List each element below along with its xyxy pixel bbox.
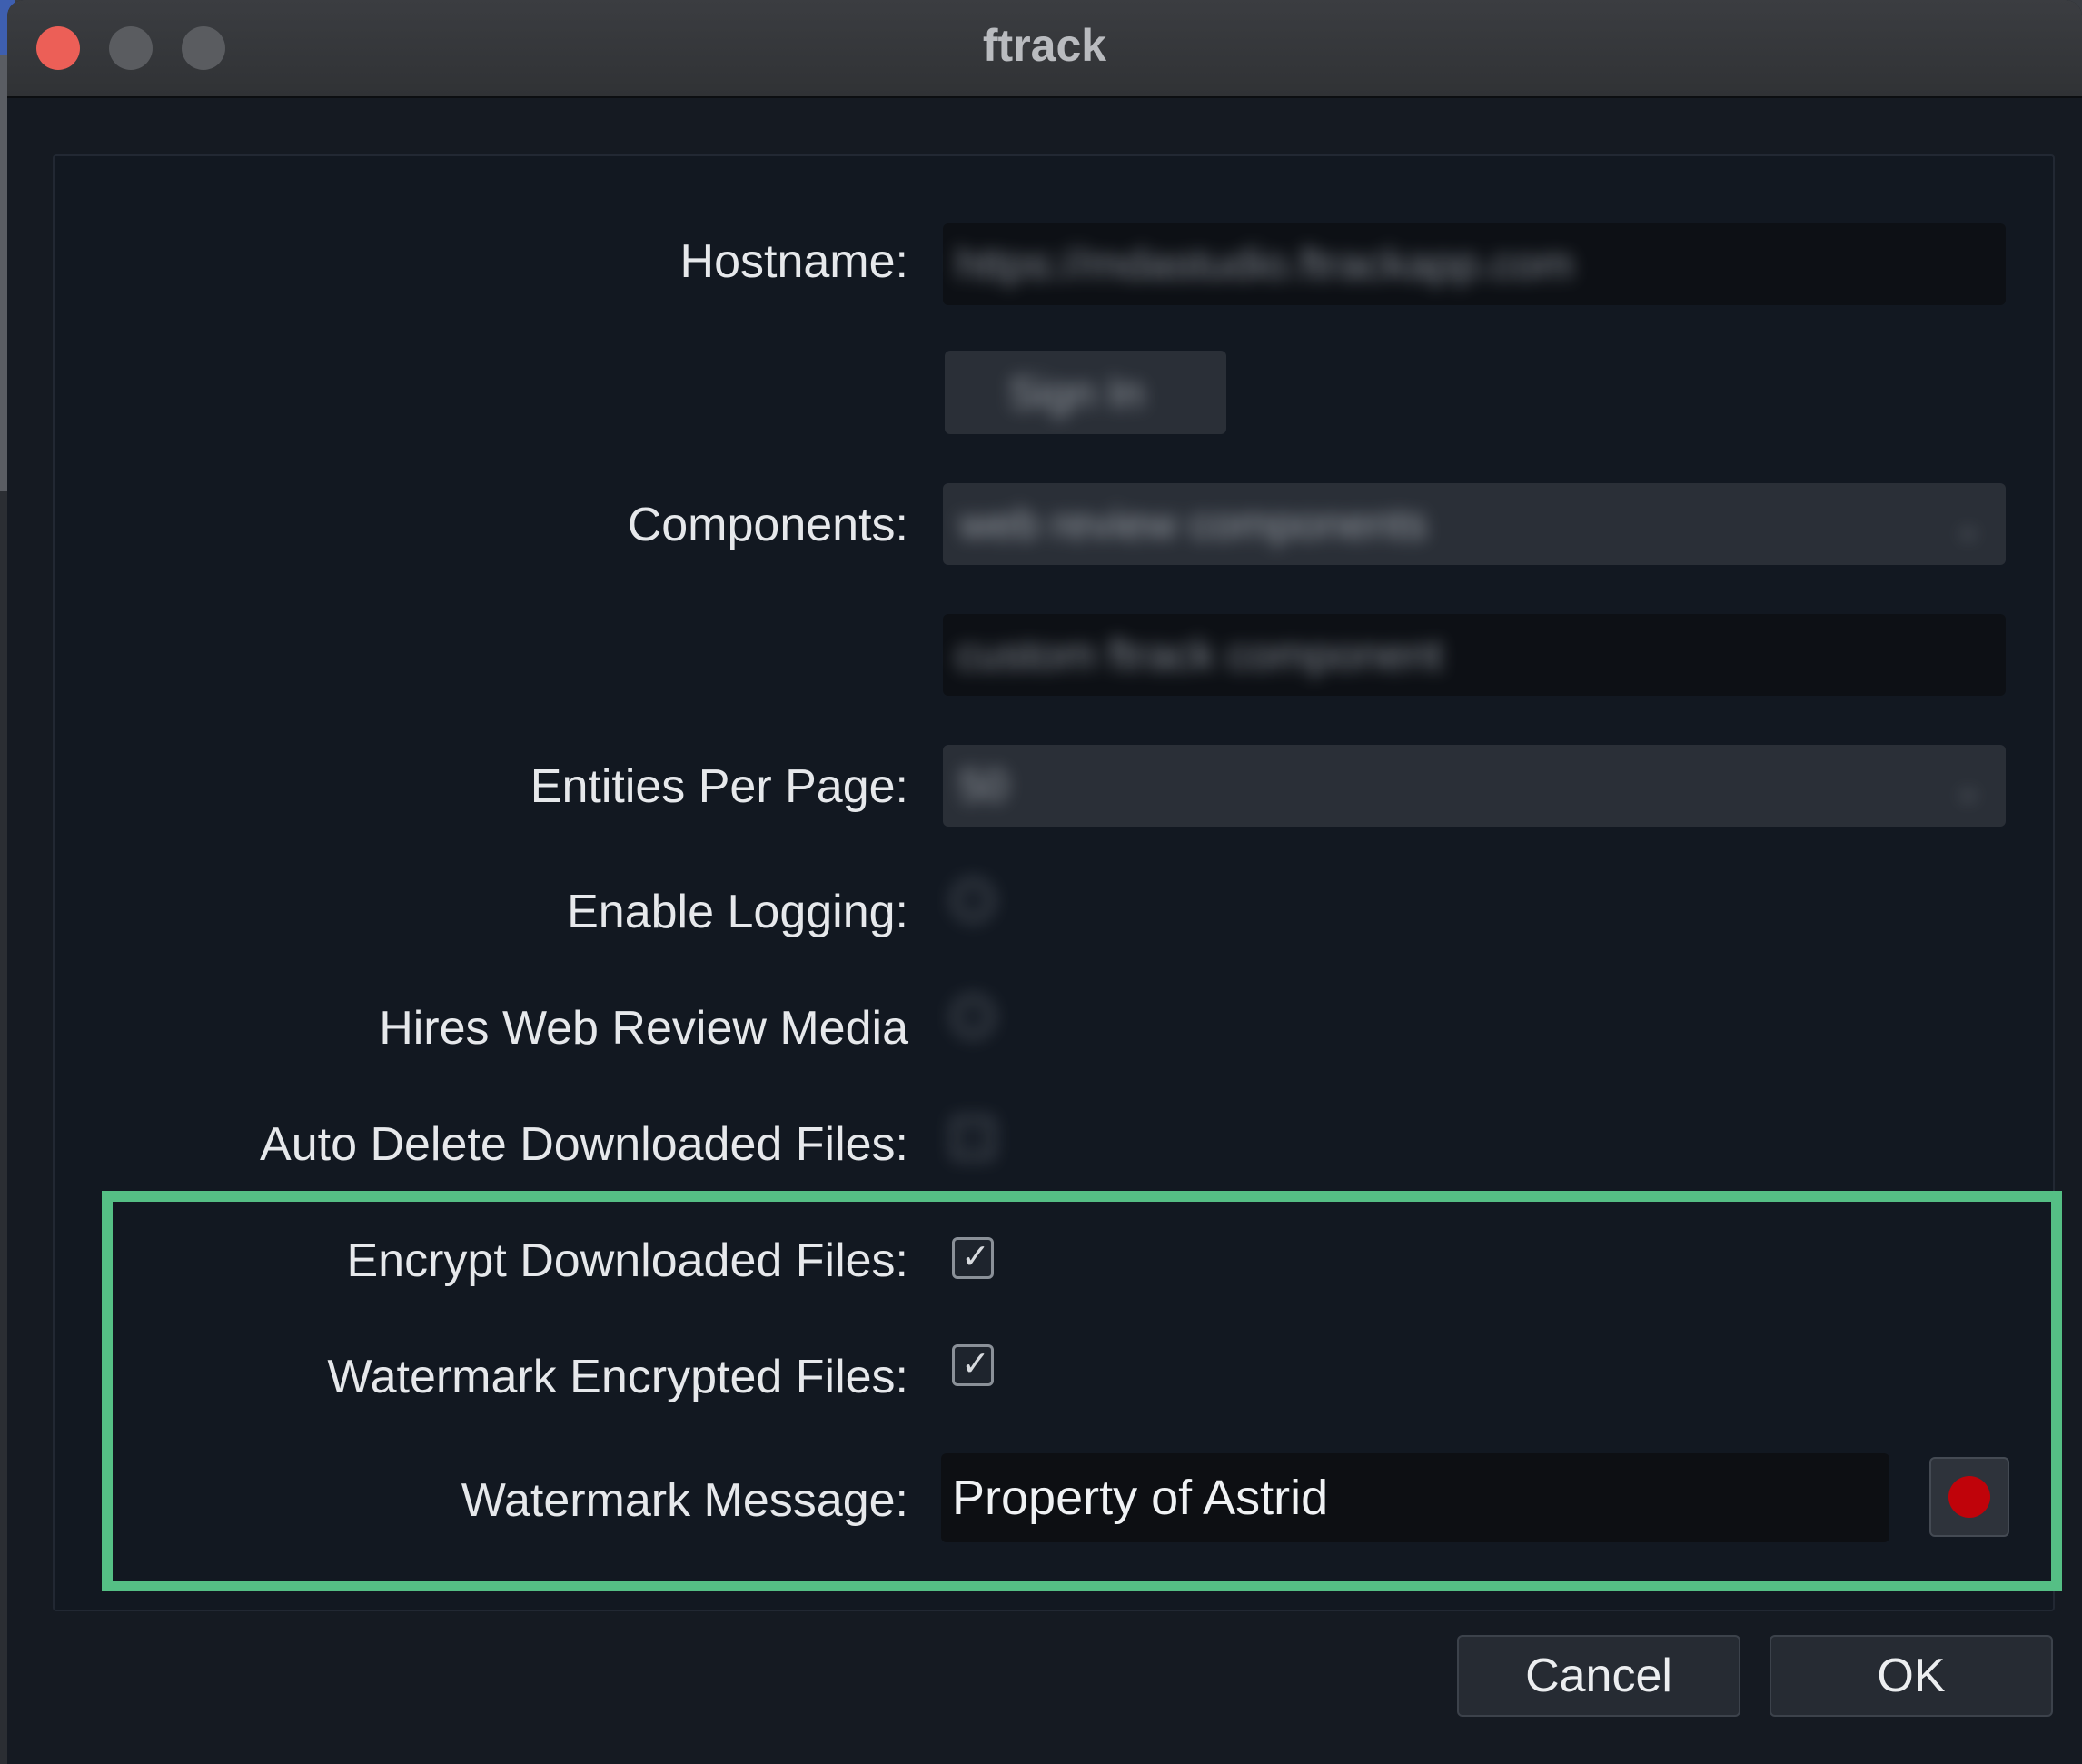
components-dropdown[interactable]: web review components ⌄	[943, 483, 2006, 565]
components-label: Components:	[627, 499, 908, 551]
window-title: ftrack	[982, 20, 1107, 71]
hostname-field[interactable]: https://mdastudio.ftrackapp.com	[943, 223, 2006, 305]
watermark-encrypted-checkbox[interactable]: ✓	[952, 1344, 994, 1386]
sign-in-label: Sign In	[1008, 370, 1145, 418]
custom-component-placeholder: custom ftrack component	[956, 631, 1443, 679]
watermark-color-button[interactable]	[1929, 1457, 2009, 1537]
custom-component-field[interactable]: custom ftrack component	[943, 614, 2006, 696]
entities-per-page-label: Entities Per Page:	[530, 760, 908, 813]
checkmark-icon: ✓	[961, 1345, 990, 1383]
hires-web-review-checkbox[interactable]	[952, 996, 994, 1037]
auto-delete-label: Auto Delete Downloaded Files:	[260, 1118, 908, 1171]
auto-delete-checkbox[interactable]	[952, 1117, 994, 1159]
encrypt-downloaded-label: Encrypt Downloaded Files:	[346, 1234, 908, 1287]
watermark-message-label: Watermark Message:	[461, 1474, 908, 1527]
enable-logging-checkbox[interactable]	[952, 879, 994, 921]
sign-in-button[interactable]: Sign In	[945, 351, 1226, 434]
watermark-message-field	[941, 1453, 1889, 1542]
cancel-button[interactable]: Cancel	[1457, 1635, 1740, 1717]
title-bar: ftrack	[7, 0, 2082, 98]
chevron-down-icon: ⌄	[1956, 511, 1980, 544]
color-swatch-icon	[1948, 1476, 1990, 1518]
watermark-encrypted-label: Watermark Encrypted Files:	[327, 1351, 908, 1403]
checkmark-icon: ✓	[961, 1238, 990, 1276]
components-value: web review components	[959, 500, 1427, 549]
hostname-label: Hostname:	[679, 235, 908, 288]
hires-web-review-label: Hires Web Review Media	[379, 1002, 908, 1055]
entities-per-page-dropdown[interactable]: 50 ⌄	[943, 745, 2006, 827]
watermark-message-input[interactable]	[941, 1453, 1889, 1542]
entities-per-page-value: 50	[959, 762, 1008, 810]
enable-logging-label: Enable Logging:	[567, 886, 908, 938]
ftrack-settings-dialog: ftrack Hostname: https://mdastudio.ftrac…	[7, 0, 2082, 1764]
encrypt-downloaded-checkbox[interactable]: ✓	[952, 1237, 994, 1279]
chevron-down-icon: ⌄	[1956, 773, 1980, 806]
hostname-value: https://mdastudio.ftrackapp.com	[956, 241, 1574, 289]
ok-button[interactable]: OK	[1770, 1635, 2053, 1717]
